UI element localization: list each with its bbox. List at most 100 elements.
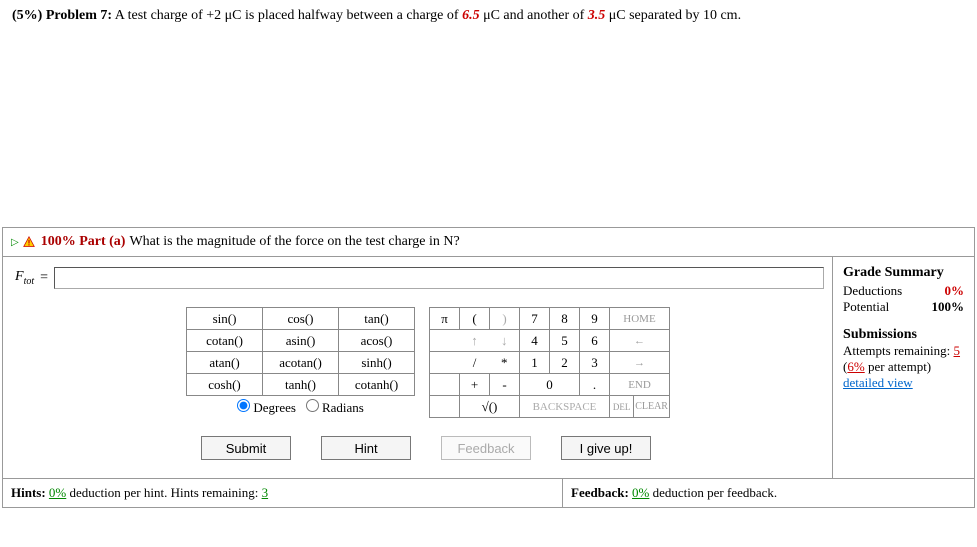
key-right[interactable]: → [610, 352, 670, 374]
blank-cell [430, 330, 460, 352]
expand-toggle-icon[interactable]: ▷ [11, 237, 19, 248]
hints-footer: Hints: 0% deduction per hint. Hints rema… [3, 479, 563, 507]
equals-sign: = [40, 270, 48, 286]
key-left[interactable]: ← [610, 330, 670, 352]
var-sub: tot [24, 276, 35, 287]
submissions-heading: Submissions [843, 327, 964, 343]
key-backspace[interactable]: BACKSPACE [520, 396, 610, 418]
key-1[interactable]: 1 [520, 352, 550, 374]
left-panel: Ftot = sin() cos() tan() [3, 257, 832, 478]
key-clear[interactable]: CLEAR [634, 396, 669, 417]
func-tan[interactable]: tan() [339, 308, 415, 330]
problem-label: (5%) Problem 7: [12, 8, 112, 23]
feedback-button[interactable]: Feedback [441, 436, 531, 460]
submit-button[interactable]: Submit [201, 436, 291, 460]
key-sqrt[interactable]: √() [460, 396, 520, 418]
attempts-line: Attempts remaining: 5 [843, 343, 964, 359]
blank-cell-2 [430, 352, 460, 374]
key-pi[interactable]: π [430, 308, 460, 330]
key-0[interactable]: 0 [520, 374, 580, 396]
page-root: (5%) Problem 7: A test charge of +2 μC i… [0, 0, 977, 508]
problem-text-3: μC separated by 10 cm. [605, 8, 741, 23]
attempts-label: Attempts remaining: [843, 343, 953, 358]
function-pad: sin() cos() tan() cotan() asin() acos() … [186, 307, 415, 418]
key-del-clear: DELCLEAR [610, 396, 670, 418]
key-8[interactable]: 8 [550, 308, 580, 330]
key-lparen[interactable]: ( [460, 308, 490, 330]
grade-summary-heading: Grade Summary [843, 265, 964, 281]
func-atan[interactable]: atan() [187, 352, 263, 374]
deductions-value: 0% [945, 283, 965, 299]
func-tanh[interactable]: tanh() [263, 374, 339, 396]
problem-text-1: A test charge of +2 μC is placed halfway… [112, 8, 462, 23]
hints-mid: deduction per hint. Hints remaining: [66, 485, 261, 500]
footer-row: Hints: 0% deduction per hint. Hints rema… [3, 478, 974, 507]
variable-name: Ftot [15, 269, 34, 287]
numeric-pad: π ( ) 7 8 9 HOME ↑ ↓ [429, 307, 670, 418]
key-rparen[interactable]: ) [490, 308, 520, 330]
key-home[interactable]: HOME [610, 308, 670, 330]
key-divide[interactable]: / [460, 352, 490, 374]
given-value-1: 6.5 [462, 8, 480, 23]
given-value-2: 3.5 [588, 8, 606, 23]
per-r: per attempt) [865, 359, 931, 374]
func-acotan[interactable]: acotan() [263, 352, 339, 374]
key-4[interactable]: 4 [520, 330, 550, 352]
var-base: F [15, 269, 24, 284]
action-buttons: Submit Hint Feedback I give up! [201, 436, 824, 460]
func-cotanh[interactable]: cotanh() [339, 374, 415, 396]
func-cos[interactable]: cos() [263, 308, 339, 330]
potential-line: Potential 100% [843, 299, 964, 315]
key-caret-up[interactable]: ↑ [460, 330, 490, 352]
degrees-radio[interactable]: Degrees [237, 400, 296, 415]
attempts-value: 5 [954, 343, 961, 358]
warning-icon [23, 236, 35, 248]
func-cotan[interactable]: cotan() [187, 330, 263, 352]
potential-value: 100% [932, 299, 965, 315]
feedback-footer: Feedback: 0% deduction per feedback. [563, 479, 785, 507]
feedback-tail: deduction per feedback. [649, 485, 777, 500]
key-6[interactable]: 6 [580, 330, 610, 352]
feedback-label: Feedback: [571, 485, 632, 500]
key-minus[interactable]: - [490, 374, 520, 396]
main-row: Ftot = sin() cos() tan() [3, 257, 974, 478]
feedback-pct: 0% [632, 485, 649, 500]
part-label: 100% Part (a) [41, 234, 126, 250]
problem-text-2: μC and another of [480, 8, 588, 23]
key-del[interactable]: DEL [610, 396, 634, 417]
per-attempt-pct: 6% [847, 359, 864, 374]
potential-label: Potential [843, 299, 889, 315]
problem-statement: (5%) Problem 7: A test charge of +2 μC i… [0, 0, 977, 32]
key-plus[interactable]: + [460, 374, 490, 396]
key-multiply[interactable]: * [490, 352, 520, 374]
func-asin[interactable]: asin() [263, 330, 339, 352]
hints-remaining: 3 [262, 485, 269, 500]
radians-radio[interactable]: Radians [306, 400, 364, 415]
func-sinh[interactable]: sinh() [339, 352, 415, 374]
blank-cell-3 [430, 374, 460, 396]
func-acos[interactable]: acos() [339, 330, 415, 352]
answer-input[interactable] [54, 267, 824, 289]
angle-mode-row: Degrees Radians [187, 396, 415, 418]
key-7[interactable]: 7 [520, 308, 550, 330]
key-dot[interactable]: . [580, 374, 610, 396]
spacer [0, 32, 977, 227]
per-attempt-line: (6% per attempt) [843, 359, 964, 375]
detailed-view-link[interactable]: detailed view [843, 375, 913, 390]
part-question: What is the magnitude of the force on th… [129, 234, 459, 250]
key-9[interactable]: 9 [580, 308, 610, 330]
deductions-line: Deductions 0% [843, 283, 964, 299]
key-5[interactable]: 5 [550, 330, 580, 352]
radians-label: Radians [322, 400, 364, 415]
key-2[interactable]: 2 [550, 352, 580, 374]
giveup-button[interactable]: I give up! [561, 436, 651, 460]
func-cosh[interactable]: cosh() [187, 374, 263, 396]
key-3[interactable]: 3 [580, 352, 610, 374]
func-sin[interactable]: sin() [187, 308, 263, 330]
keypad-area: sin() cos() tan() cotan() asin() acos() … [186, 307, 824, 418]
key-caret-down[interactable]: ↓ [490, 330, 520, 352]
key-end[interactable]: END [610, 374, 670, 396]
answer-line: Ftot = [15, 267, 824, 289]
degrees-label: Degrees [253, 400, 296, 415]
hint-button[interactable]: Hint [321, 436, 411, 460]
